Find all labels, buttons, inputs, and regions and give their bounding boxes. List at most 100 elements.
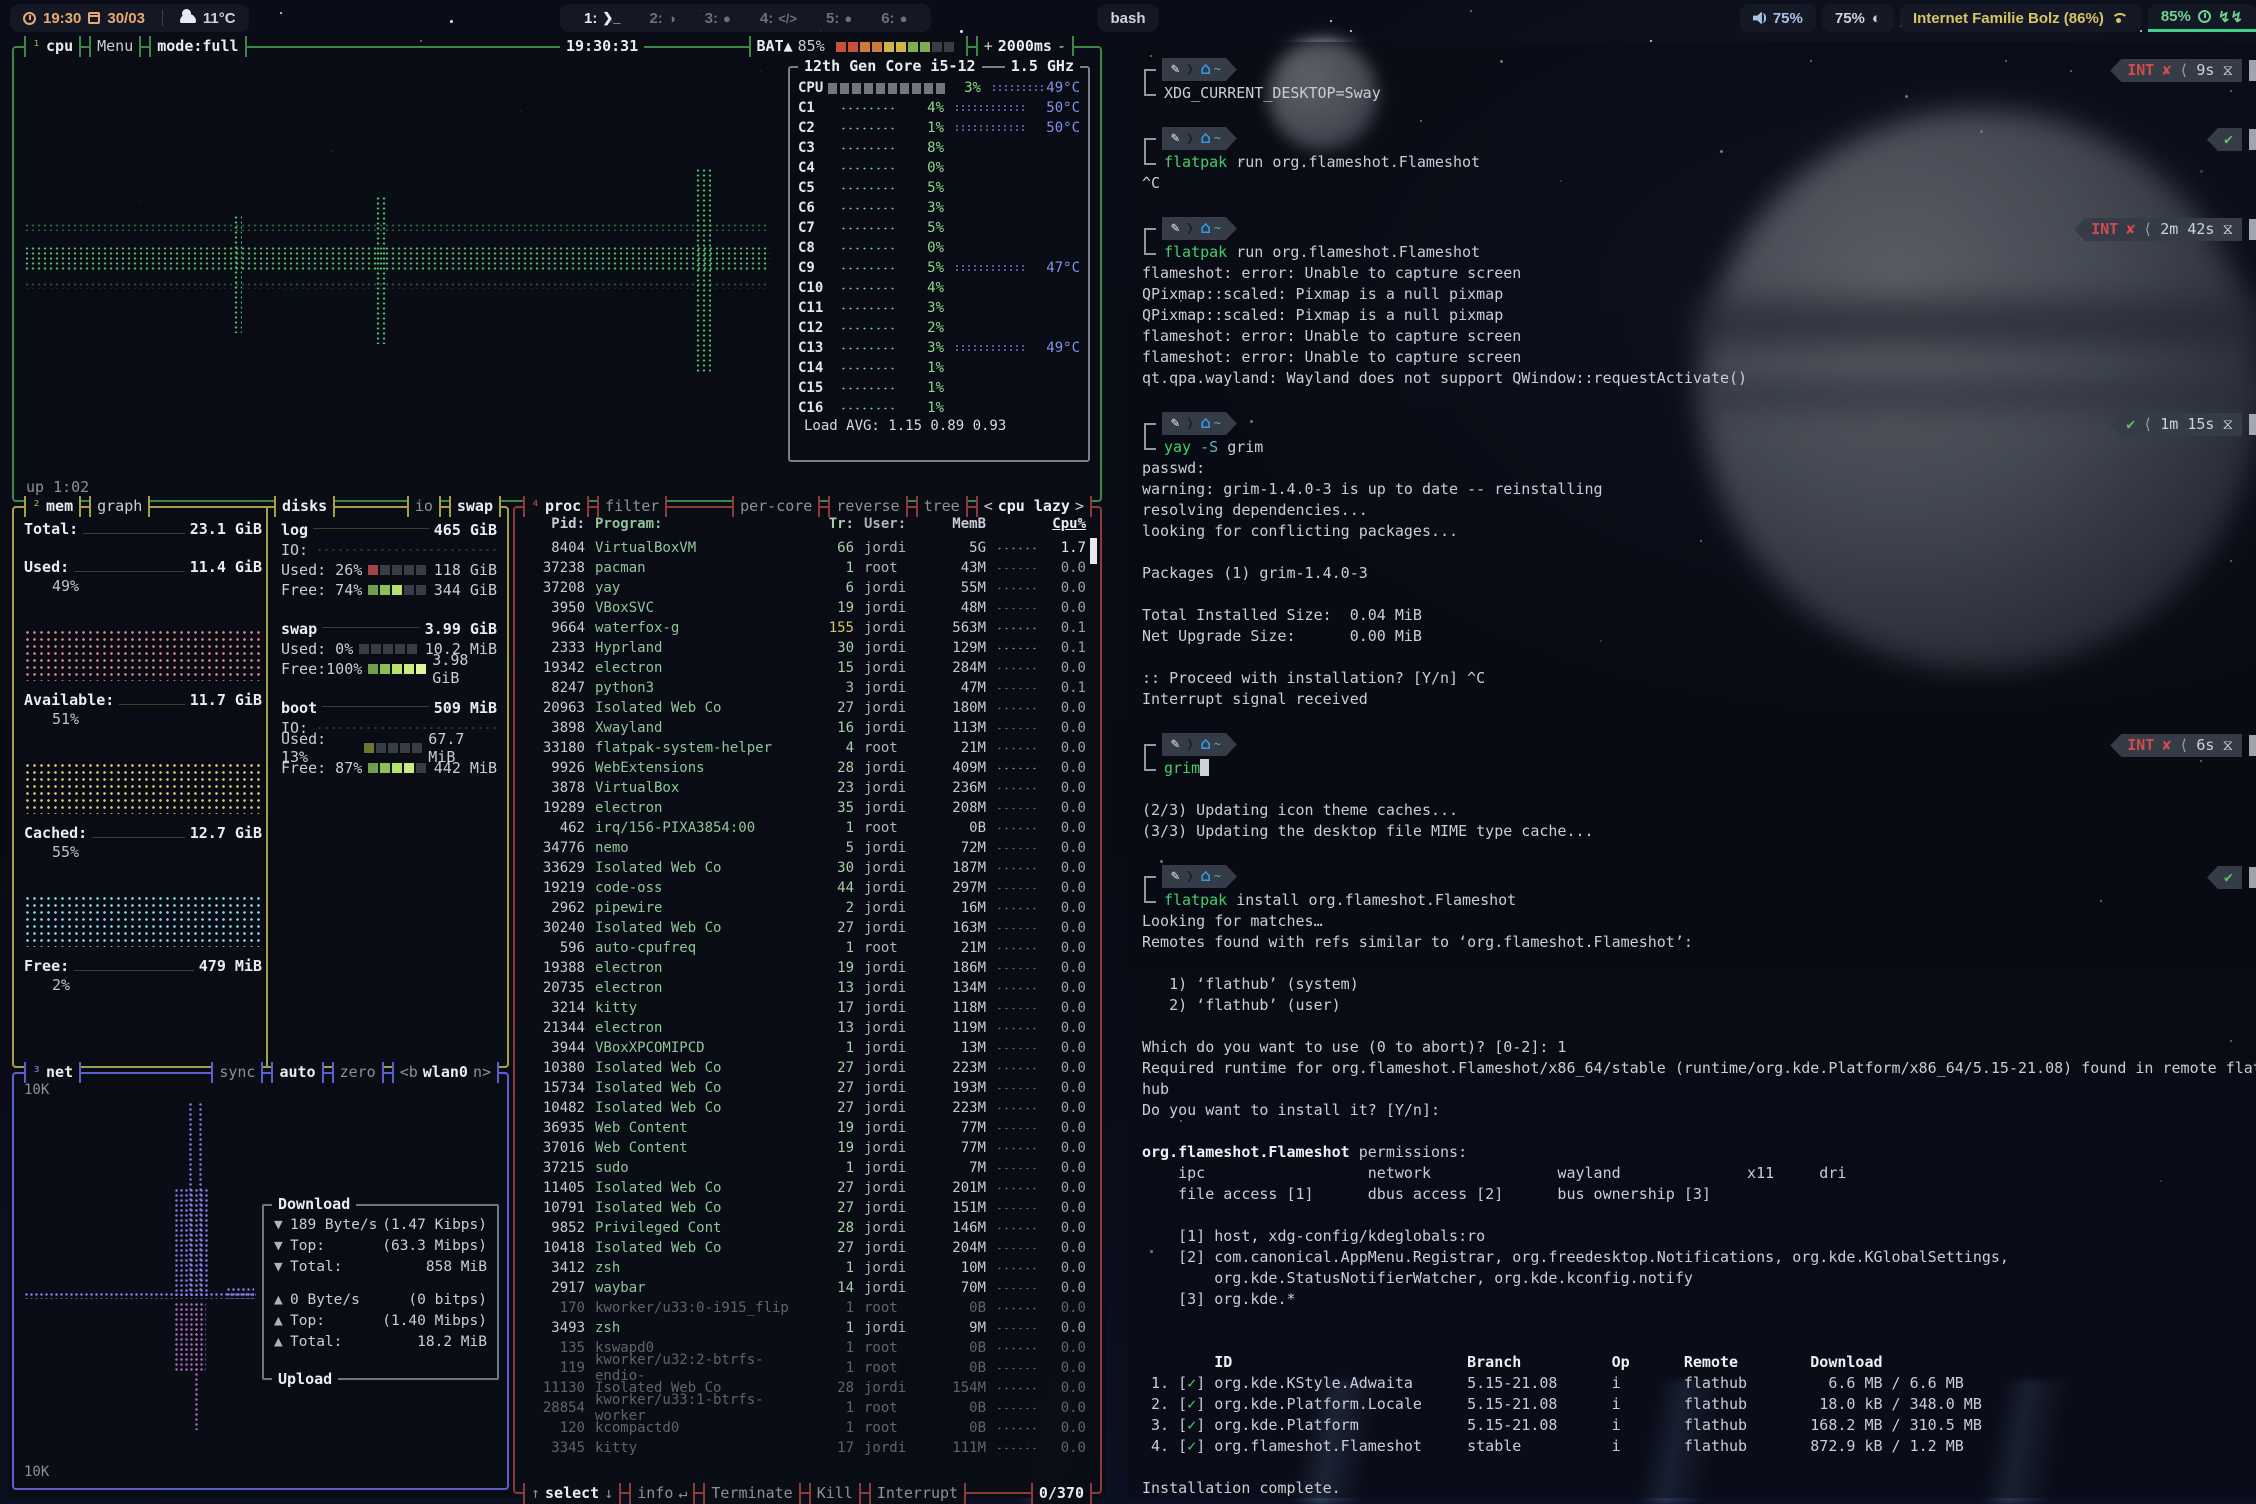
process-row[interactable]: 3412zsh1jordi10M0.0 [523,1258,1086,1278]
proc-cpu-pct: 0.1 [1044,640,1086,656]
col-cpu[interactable]: Cpu% [1044,516,1086,532]
process-row[interactable]: 37238pacman1root43M0.0 [523,558,1086,578]
process-row[interactable]: 10791Isolated Web Co27jordi151M0.0 [523,1198,1086,1218]
workspace-button-6[interactable]: 6:● [881,10,907,27]
process-row[interactable]: 21344electron13jordi119M0.0 [523,1018,1086,1038]
proc-option-tree[interactable]: tree [916,496,968,517]
proc-terminate-button[interactable]: Terminate [703,1483,800,1504]
process-row[interactable]: 10482Isolated Web Co27jordi223M0.0 [523,1098,1086,1118]
process-row[interactable]: 8247python33jordi47M0.1 [523,678,1086,698]
sort-next-arrow[interactable]: > [1075,496,1084,517]
process-row[interactable]: 37215sudo1jordi7M0.0 [523,1158,1086,1178]
process-row[interactable]: 2333Hyprland30jordi129M0.1 [523,638,1086,658]
process-row[interactable]: 3878VirtualBox23jordi236M0.0 [523,778,1086,798]
process-row[interactable]: 19388electron19jordi186M0.0 [523,958,1086,978]
select-up-arrow[interactable]: ↑ [531,1483,540,1504]
process-row[interactable]: 8404VirtualBoxVM66jordi5G1.7 [523,538,1086,558]
proc-memory: 0B [930,1420,986,1436]
proc-option-per-core[interactable]: per-core [732,496,820,517]
menu-button[interactable]: Menu [89,36,141,57]
proc-memory: 55M [930,580,986,596]
disk-name-row: boot509 MiB [281,698,497,718]
process-row[interactable]: 9852Privileged Cont28jordi146M0.0 [523,1218,1086,1238]
clock-date-weather-module[interactable]: 19:30 30/03 11°C [10,4,249,32]
wifi-module[interactable]: Internet Familie Bolz (86%) [1900,4,2142,32]
process-row[interactable]: 3345kitty17jordi111M0.0 [523,1438,1086,1458]
home-icon: ⌂ [1200,128,1210,149]
select-down-arrow[interactable]: ↓ [604,1483,613,1504]
mode-toggle[interactable]: mode:full [149,36,246,57]
process-row[interactable]: 19289electron35jordi208M0.0 [523,798,1086,818]
process-row[interactable]: 10380Isolated Web Co27jordi223M0.0 [523,1058,1086,1078]
process-row[interactable]: 3950VBoxSVC19jordi48M0.0 [523,598,1086,618]
process-row[interactable]: 30240Isolated Web Co27jordi163M0.0 [523,918,1086,938]
process-row[interactable]: 2962pipewire2jordi16M0.0 [523,898,1086,918]
nightlight-module[interactable]: 75% ◐ [1822,4,1894,32]
proc-cpu-pct: 0.0 [1044,800,1086,816]
process-row[interactable]: 462irq/156-PIXA3854:001root0B0.0 [523,818,1086,838]
interval-increase-button[interactable]: + [984,36,993,57]
col-pid[interactable]: Pid: [523,516,585,532]
col-memory[interactable]: MemB [930,516,986,532]
net-upload-stat-arrow-icon: ▲ [274,1313,290,1329]
proc-option-reverse[interactable]: reverse [828,496,907,517]
process-row[interactable]: 20735electron13jordi134M0.0 [523,978,1086,998]
proc-interrupt-button[interactable]: Interrupt [869,1483,966,1504]
workspace-button-2[interactable]: 2:◑ [649,10,675,27]
core-name: C12 [798,320,840,336]
workspace-button-4[interactable]: 4:</> [760,10,797,27]
btop-window[interactable]: ¹cpu Menu mode:full 19:30:31 BAT▲ 85% + … [8,42,1106,1498]
core-name: C5 [798,180,840,196]
process-row[interactable]: 10418Isolated Web Co27jordi204M0.0 [523,1238,1086,1258]
error-cross-icon: ✘ [2162,735,2171,756]
proc-info-button[interactable]: info↵ [629,1483,695,1504]
process-row[interactable]: 9664waterfox-g155jordi563M0.1 [523,618,1086,638]
disks-io-toggle[interactable]: io [407,496,441,517]
interval-decrease-button[interactable]: - [1057,36,1066,57]
process-row[interactable]: 36935Web Content19jordi77M0.0 [523,1118,1086,1138]
workspace-button-5[interactable]: 5:● [826,10,852,27]
process-row[interactable]: 34776nemo5jordi72M0.0 [523,838,1086,858]
process-row[interactable]: 119kworker/u32:2-btrfs-endio-1root0B0.0 [523,1358,1086,1378]
workspace-button-3[interactable]: 3:● [705,10,731,27]
proc-sort-selector[interactable]: <cpu lazy> [976,496,1092,517]
proc-scrollbar-thumb[interactable] [1090,538,1097,564]
cpu-history-graph [24,74,770,466]
process-row[interactable]: 33629Isolated Web Co30jordi187M0.0 [523,858,1086,878]
process-row[interactable]: 3898Xwayland16jordi113M0.0 [523,718,1086,738]
col-user[interactable]: User: [864,516,930,532]
col-threads[interactable]: Tr: [814,516,854,532]
proc-select-control[interactable]: ↑select↓ [523,1483,621,1504]
process-row[interactable]: 37016Web Content19jordi77M0.0 [523,1138,1086,1158]
process-row[interactable]: 28854kworker/u33:1-btrfs-worker1root0B0.… [523,1398,1086,1418]
terminal-window[interactable]: ✎❭⌂~INT✘⟨9s⧖XDG_CURRENT_DESKTOP=Sway✎❭⌂~… [1128,42,2256,1498]
proc-threads: 27 [814,700,854,716]
mem-graph-toggle[interactable]: graph [89,496,150,517]
proc-cpu-graph [996,1206,1040,1211]
col-program[interactable]: Program: [595,516,814,532]
process-row[interactable]: 170kworker/u33:0-i915_flip1root0B0.0 [523,1298,1086,1318]
proc-cpu-pct: 0.0 [1044,580,1086,596]
sort-prev-arrow[interactable]: < [984,496,993,517]
process-row[interactable]: 9926WebExtensions28jordi409M0.0 [523,758,1086,778]
process-row[interactable]: 596auto-cpufreq1root21M0.0 [523,938,1086,958]
temperature-label: 11°C [203,10,236,27]
process-row[interactable]: 20963Isolated Web Co27jordi180M0.0 [523,698,1086,718]
process-row[interactable]: 37208yay6jordi55M0.0 [523,578,1086,598]
process-row[interactable]: 11405Isolated Web Co27jordi201M0.0 [523,1178,1086,1198]
proc-filter-button[interactable]: filter [597,496,667,517]
process-row[interactable]: 3214kitty17jordi118M0.0 [523,998,1086,1018]
proc-kill-button[interactable]: Kill [809,1483,861,1504]
process-row[interactable]: 19219code-oss44jordi297M0.0 [523,878,1086,898]
volume-module[interactable]: 75% [1740,4,1816,32]
process-row[interactable]: 19342electron15jordi284M0.0 [523,658,1086,678]
process-row[interactable]: 33180flatpak-system-helper4root21M0.0 [523,738,1086,758]
process-row[interactable]: 3944VBoxXPCOMIPCD1jordi13M0.0 [523,1038,1086,1058]
process-row[interactable]: 120kcompactd01root0B0.0 [523,1418,1086,1438]
disks-swap-toggle[interactable]: swap [449,496,501,517]
process-row[interactable]: 15734Isolated Web Co27jordi193M0.0 [523,1078,1086,1098]
workspace-button-1[interactable]: 1:❯_ [584,10,620,27]
battery-module[interactable]: 85% ↯↯ [2148,4,2256,32]
process-row[interactable]: 3493zsh1jordi9M0.0 [523,1318,1086,1338]
process-row[interactable]: 2917waybar14jordi70M0.0 [523,1278,1086,1298]
